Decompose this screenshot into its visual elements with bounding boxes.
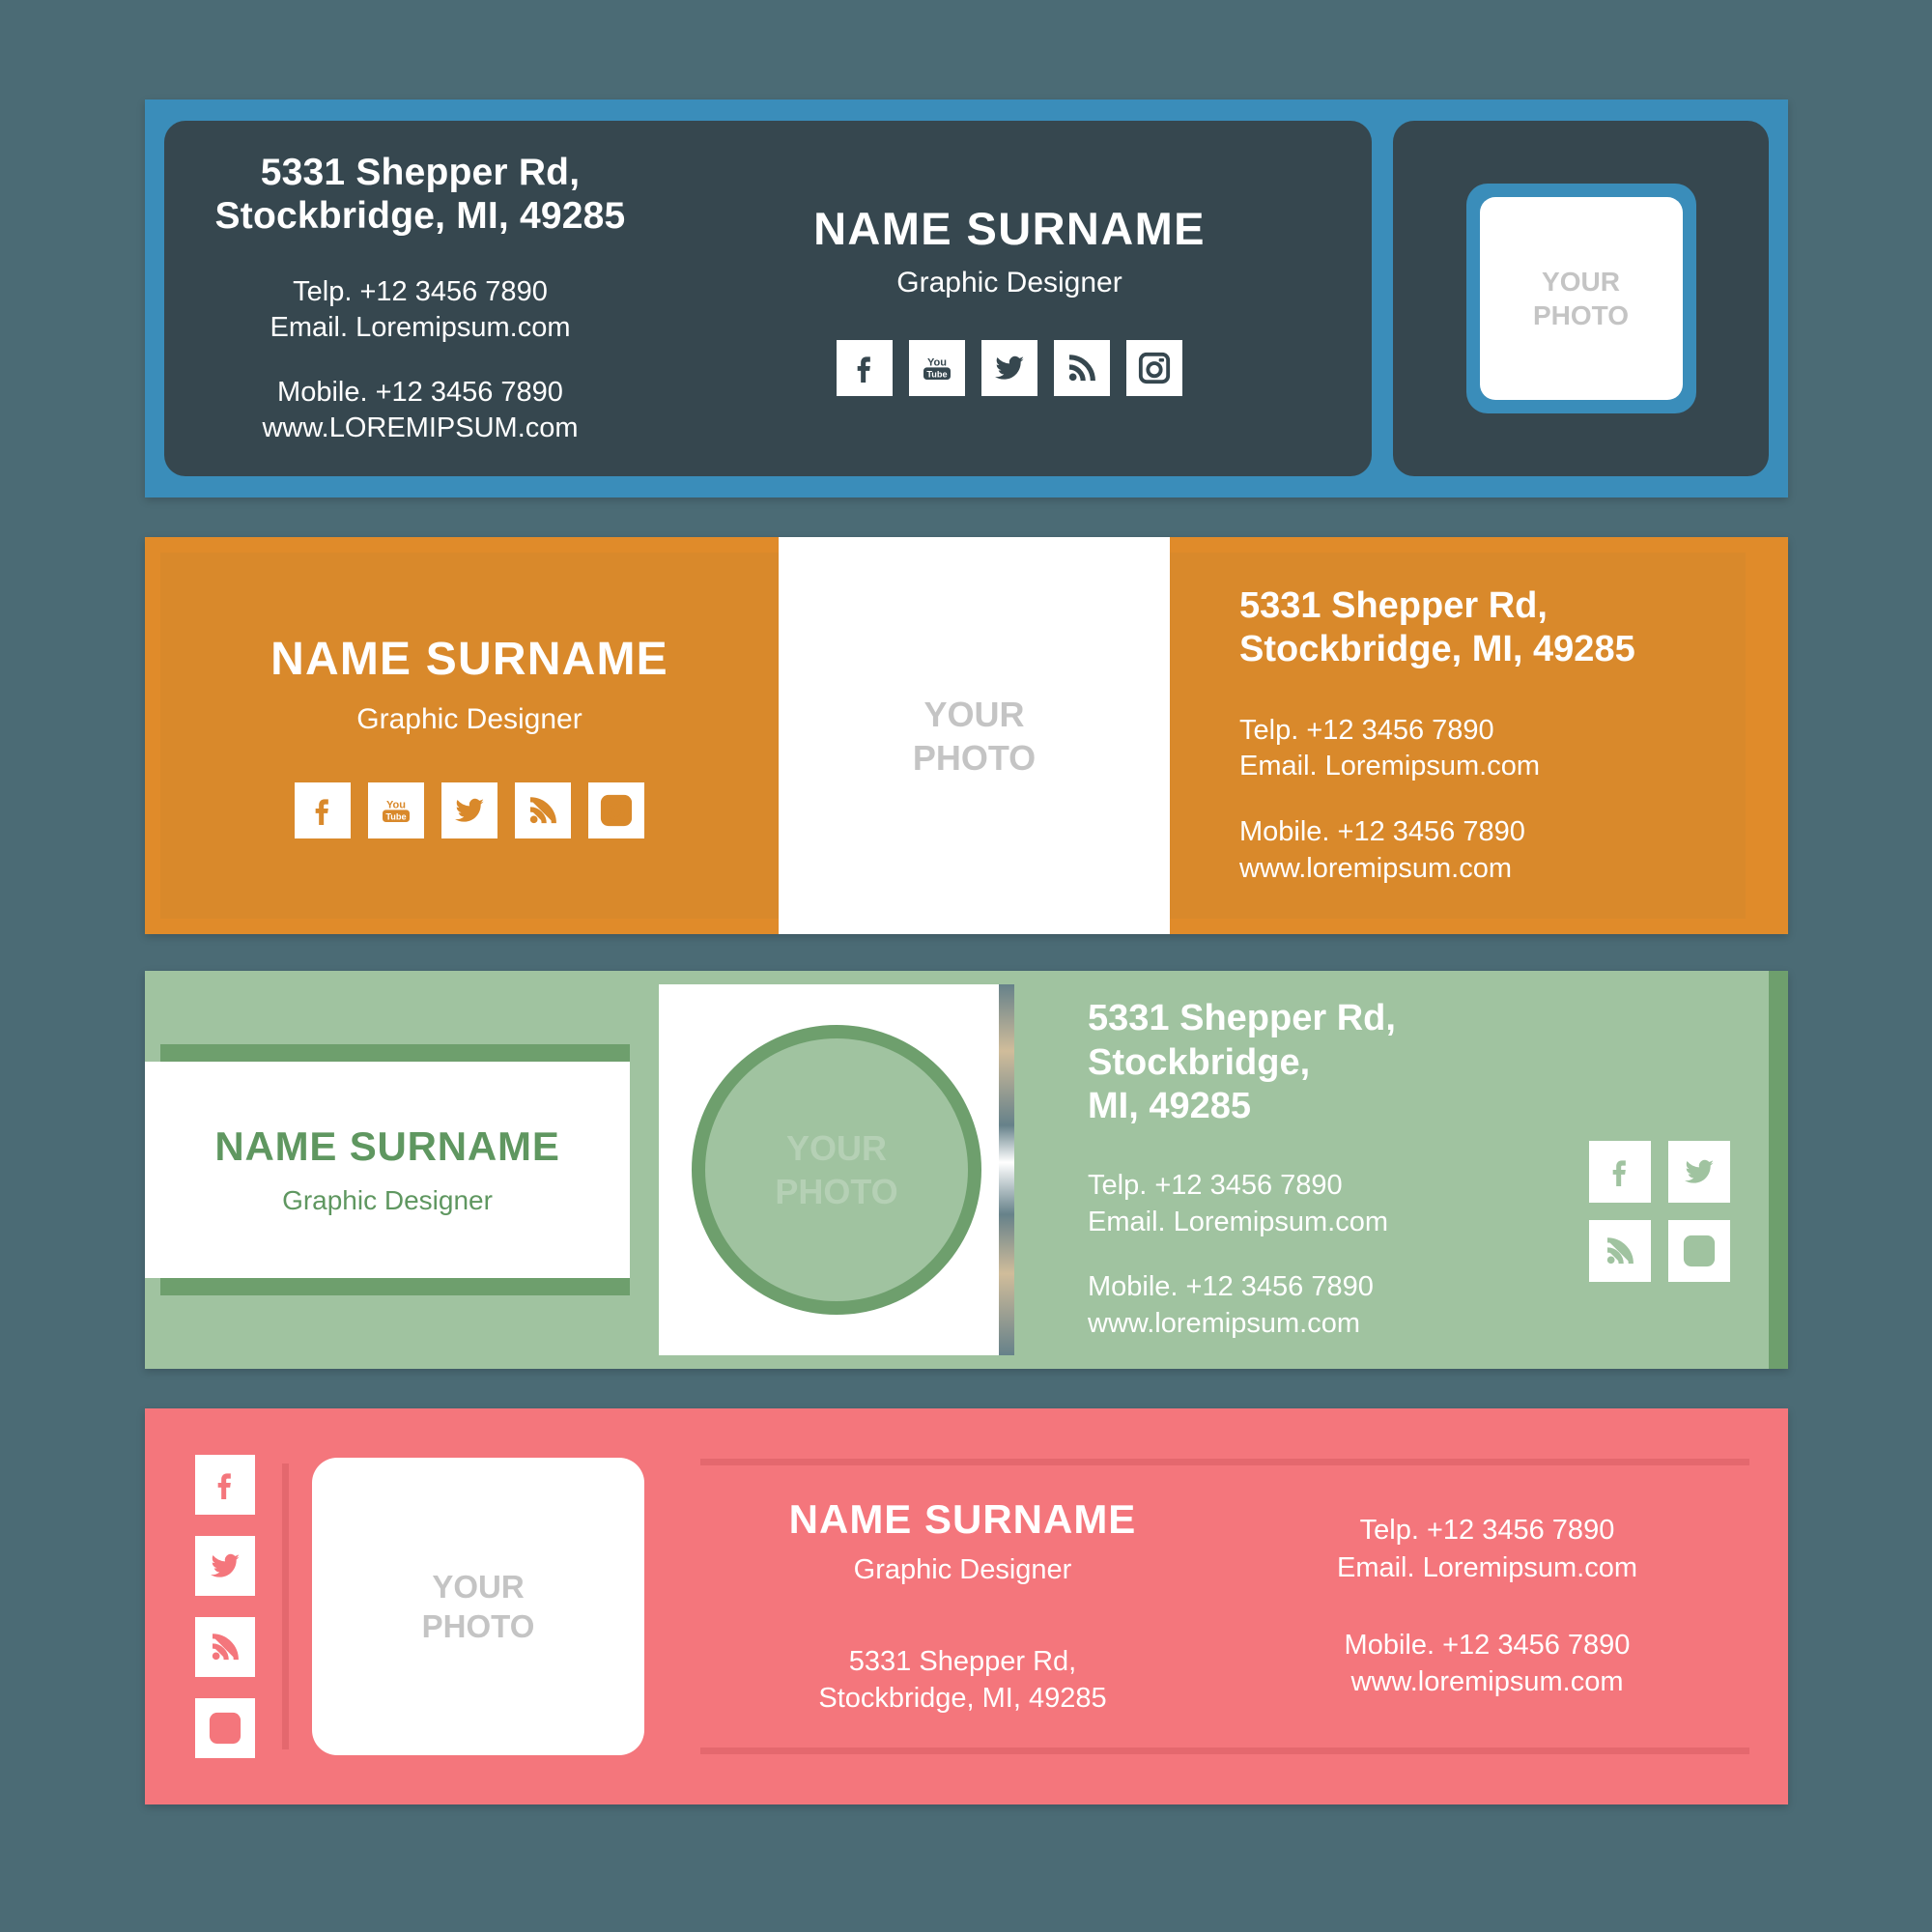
photo-placeholder-label: YOUR PHOTO (775, 1128, 898, 1211)
telephone-email-block: Telp. +12 3456 7890 Email. Loremipsum.co… (1336, 1515, 1638, 1583)
card-pink-identity-block: NAME SURNAME Graphic Designer 5331 Shepp… (700, 1496, 1225, 1717)
telephone-email-block: Telp. +12 3456 7890 Email. Loremipsum.co… (270, 276, 571, 344)
svg-text:You: You (927, 356, 947, 368)
facebook-icon[interactable] (1589, 1141, 1651, 1203)
decorative-bar-top (160, 1044, 630, 1062)
business-card-green[interactable]: NAME SURNAME Graphic Designer YOUR PHOTO… (145, 971, 1788, 1369)
card-dark-main-panel: 5331 Shepper Rd, Stockbridge, MI, 49285 … (164, 121, 1372, 476)
person-role: Graphic Designer (282, 1185, 493, 1215)
instagram-icon[interactable] (1126, 339, 1182, 396)
business-card-pink[interactable]: YOUR PHOTO NAME SURNAME Graphic Designer… (145, 1408, 1788, 1804)
rss-icon[interactable] (515, 782, 571, 838)
card-orange-address-block: 5331 Shepper Rd, Stockbridge, MI, 49285 … (1170, 553, 1746, 919)
address-heading: 5331 Shepper Rd, Stockbridge, MI, 49285 (1088, 998, 1396, 1127)
card-green-photo-panel: YOUR PHOTO (645, 971, 1032, 1369)
social-icon-row: You Tube (295, 782, 644, 838)
photo-frame[interactable]: YOUR PHOTO (1465, 184, 1696, 413)
photo-placeholder[interactable]: YOUR PHOTO (1479, 197, 1683, 400)
instagram-icon[interactable] (588, 782, 644, 838)
telephone-email-block: Telp. +12 3456 7890 Email. Loremipsum.co… (1239, 714, 1541, 782)
rss-icon[interactable] (1589, 1220, 1651, 1282)
person-role: Graphic Designer (356, 703, 582, 735)
photo-edge-artifact (999, 984, 1014, 1355)
address-heading: 5331 Shepper Rd, Stockbridge, MI, 49285 (214, 151, 626, 237)
social-icon-column (172, 1455, 278, 1758)
twitter-icon[interactable] (1668, 1141, 1730, 1203)
rss-icon[interactable] (1054, 339, 1110, 396)
mobile-website-block: Mobile. +12 3456 7890 www.LOREMIPSUM.com (262, 377, 579, 444)
photo-placeholder-label: YOUR PHOTO (1532, 267, 1630, 330)
facebook-icon[interactable] (195, 1455, 255, 1515)
business-card-dark-blue[interactable]: 5331 Shepper Rd, Stockbridge, MI, 49285 … (145, 99, 1788, 497)
svg-text:Tube: Tube (385, 811, 406, 821)
svg-text:Tube: Tube (926, 369, 947, 379)
mobile-website-block: Mobile. +12 3456 7890 www.loremipsum.com (1088, 1271, 1374, 1340)
address-block: 5331 Shepper Rd, Stockbridge, MI, 49285 (818, 1645, 1107, 1714)
card-orange-right-edge (1746, 553, 1788, 919)
twitter-icon[interactable] (195, 1536, 255, 1596)
photo-placeholder[interactable]: YOUR PHOTO (312, 1458, 644, 1755)
svg-text:You: You (386, 799, 406, 810)
circular-photo-frame[interactable]: YOUR PHOTO (692, 1025, 981, 1315)
person-name: NAME SURNAME (788, 1495, 1137, 1542)
card-green-address-block: 5331 Shepper Rd, Stockbridge, MI, 49285 … (1088, 997, 1560, 1343)
card-dark-address-block: 5331 Shepper Rd, Stockbridge, MI, 49285 … (164, 151, 647, 447)
person-name: NAME SURNAME (813, 202, 1206, 254)
facebook-icon[interactable] (295, 782, 351, 838)
vertical-divider (282, 1463, 289, 1749)
mobile-website-block: Mobile. +12 3456 7890 www.loremipsum.com (1344, 1630, 1631, 1698)
rss-icon[interactable] (195, 1617, 255, 1677)
youtube-icon[interactable]: You Tube (368, 782, 424, 838)
card-green-identity-panel: NAME SURNAME Graphic Designer (145, 971, 645, 1369)
card-green-right-edge (1769, 971, 1788, 1369)
card-pink-columns: NAME SURNAME Graphic Designer 5331 Shepp… (700, 1459, 1749, 1754)
instagram-icon[interactable] (195, 1698, 255, 1758)
facebook-icon[interactable] (837, 339, 893, 396)
social-icon-grid (1589, 1141, 1730, 1282)
card-pink-contact-block: Telp. +12 3456 7890 Email. Loremipsum.co… (1225, 1512, 1749, 1700)
photo-placeholder[interactable]: YOUR PHOTO (779, 537, 1170, 934)
photo-placeholder[interactable]: YOUR PHOTO (659, 984, 1014, 1355)
photo-placeholder-label: YOUR PHOTO (912, 694, 1037, 778)
decorative-bar-bottom (160, 1278, 630, 1295)
address-heading: 5331 Shepper Rd, Stockbridge, MI, 49285 (1239, 584, 1635, 670)
twitter-icon[interactable] (441, 782, 497, 838)
person-role: Graphic Designer (896, 266, 1122, 298)
person-name: NAME SURNAME (214, 1123, 560, 1169)
business-card-sheet: 5331 Shepper Rd, Stockbridge, MI, 49285 … (0, 0, 1932, 1932)
youtube-icon[interactable]: You Tube (909, 339, 965, 396)
mobile-website-block: Mobile. +12 3456 7890 www.loremipsum.com (1239, 816, 1525, 884)
card-dark-photo-panel: YOUR PHOTO (1393, 121, 1769, 476)
photo-placeholder-label: YOUR PHOTO (421, 1568, 535, 1644)
telephone-email-block: Telp. +12 3456 7890 Email. Loremipsum.co… (1088, 1170, 1389, 1237)
card-dark-identity-block: NAME SURNAME Graphic Designer You Tube (647, 202, 1372, 396)
twitter-icon[interactable] (981, 339, 1037, 396)
card-orange-identity-block: NAME SURNAME Graphic Designer You Tube (160, 553, 779, 919)
business-card-orange[interactable]: NAME SURNAME Graphic Designer You Tube Y… (145, 537, 1788, 934)
social-icon-row: You Tube (647, 339, 1372, 396)
card-pink-body: NAME SURNAME Graphic Designer 5331 Shepp… (644, 1408, 1788, 1804)
person-role: Graphic Designer (853, 1553, 1072, 1585)
identity-white-plate: NAME SURNAME Graphic Designer (145, 1062, 630, 1278)
person-name: NAME SURNAME (270, 634, 668, 685)
card-green-address-panel: 5331 Shepper Rd, Stockbridge, MI, 49285 … (1032, 971, 1769, 1369)
instagram-icon[interactable] (1668, 1220, 1730, 1282)
